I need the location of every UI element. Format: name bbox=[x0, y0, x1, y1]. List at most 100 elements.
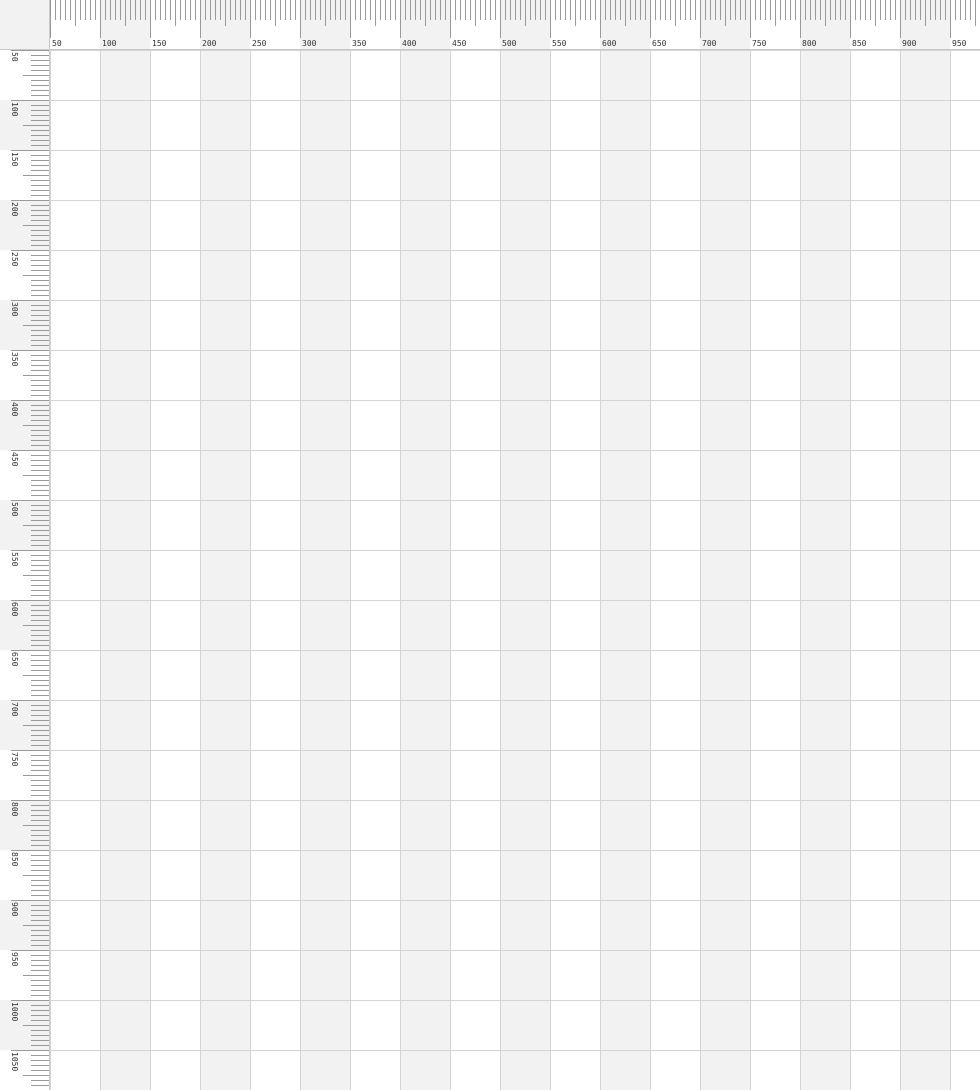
grid-row-line bbox=[50, 750, 980, 751]
ruler-tick bbox=[820, 0, 821, 20]
ruler-tick bbox=[31, 830, 49, 831]
ruler-tick bbox=[31, 295, 49, 296]
ruler-tick bbox=[935, 0, 936, 20]
ruler-tick bbox=[31, 405, 49, 406]
ruler-tick bbox=[435, 0, 436, 20]
ruler-tick bbox=[23, 1075, 49, 1076]
ruler-tick bbox=[380, 0, 381, 20]
ruler-tick bbox=[31, 110, 49, 111]
ruler-tick bbox=[31, 685, 49, 686]
ruler-tick bbox=[355, 0, 356, 20]
ruler-tick bbox=[31, 210, 49, 211]
ruler-tick bbox=[11, 1000, 49, 1001]
ruler-label-x: 200 bbox=[202, 39, 217, 48]
ruler-tick bbox=[595, 0, 596, 20]
ruler-tick bbox=[645, 0, 646, 20]
ruler-tick bbox=[170, 0, 171, 20]
ruler-tick bbox=[31, 670, 49, 671]
ruler-tick bbox=[23, 575, 49, 576]
ruler-tick bbox=[31, 565, 49, 566]
ruler-tick bbox=[65, 0, 66, 20]
ruler-tick bbox=[805, 0, 806, 20]
ruler-tick bbox=[260, 0, 261, 20]
ruler-tick bbox=[31, 635, 49, 636]
grid-canvas[interactable] bbox=[50, 50, 980, 1090]
ruler-tick bbox=[31, 380, 49, 381]
ruler-label-y: 350 bbox=[10, 352, 19, 367]
ruler-tick bbox=[31, 345, 49, 346]
ruler-tick bbox=[11, 850, 49, 851]
ruler-tick bbox=[31, 505, 49, 506]
ruler-tick bbox=[31, 810, 49, 811]
ruler-tick bbox=[195, 0, 196, 20]
ruler-tick bbox=[130, 0, 131, 20]
ruler-tick bbox=[31, 880, 49, 881]
ruler-tick bbox=[905, 0, 906, 20]
ruler-tick bbox=[715, 0, 716, 20]
ruler-tick bbox=[31, 840, 49, 841]
ruler-tick bbox=[31, 555, 49, 556]
ruler-tick bbox=[875, 0, 876, 26]
ruler-label-x: 550 bbox=[552, 39, 567, 48]
ruler-tick bbox=[600, 0, 601, 38]
grid-row-line bbox=[50, 200, 980, 201]
ruler-tick bbox=[525, 0, 526, 26]
ruler-tick bbox=[710, 0, 711, 20]
ruler-tick bbox=[940, 0, 941, 20]
ruler-tick bbox=[285, 0, 286, 20]
ruler-label-y: 950 bbox=[10, 952, 19, 967]
ruler-tick bbox=[11, 500, 49, 501]
horizontal-ruler[interactable]: 50 100 150 200 250 300 350 400 450 500 550 600 650 70… bbox=[50, 0, 980, 50]
ruler-tick bbox=[31, 165, 49, 166]
ruler-tick bbox=[31, 860, 49, 861]
ruler-tick bbox=[590, 0, 591, 20]
ruler-tick bbox=[515, 0, 516, 20]
vertical-ruler[interactable]: 50 100 150 200 250 300 350 400 450 500 550 600 650 70… bbox=[0, 50, 50, 1090]
ruler-tick bbox=[135, 0, 136, 20]
ruler-tick bbox=[31, 60, 49, 61]
ruler-tick bbox=[625, 0, 626, 26]
ruler-tick bbox=[95, 0, 96, 20]
ruler-tick bbox=[535, 0, 536, 20]
grid-column bbox=[700, 50, 750, 1090]
ruler-tick bbox=[430, 0, 431, 20]
ruler-tick bbox=[955, 0, 956, 20]
ruler-label-x: 250 bbox=[252, 39, 267, 48]
ruler-tick bbox=[31, 490, 49, 491]
ruler-tick bbox=[750, 0, 751, 38]
ruler-tick bbox=[460, 0, 461, 20]
ruler-tick bbox=[31, 865, 49, 866]
ruler-tick bbox=[720, 0, 721, 20]
ruler-label-x: 300 bbox=[302, 39, 317, 48]
ruler-tick bbox=[31, 445, 49, 446]
ruler-tick bbox=[31, 420, 49, 421]
ruler-tick bbox=[55, 0, 56, 20]
ruler-tick bbox=[270, 0, 271, 20]
ruler-tick bbox=[31, 790, 49, 791]
ruler-label-x: 650 bbox=[652, 39, 667, 48]
ruler-tick bbox=[31, 540, 49, 541]
ruler-tick bbox=[31, 965, 49, 966]
ruler-label-x: 950 bbox=[952, 39, 967, 48]
ruler-tick bbox=[655, 0, 656, 20]
ruler-tick bbox=[31, 465, 49, 466]
ruler-tick bbox=[795, 0, 796, 20]
grid-column bbox=[100, 50, 150, 1090]
ruler-label-x: 850 bbox=[852, 39, 867, 48]
ruler-tick bbox=[665, 0, 666, 20]
grid-row-line bbox=[50, 1050, 980, 1051]
ruler-tick bbox=[250, 0, 251, 38]
ruler-label-y: 50 bbox=[10, 52, 19, 62]
ruler-tick bbox=[440, 0, 441, 20]
ruler-tick bbox=[330, 0, 331, 20]
ruler-tick bbox=[31, 915, 49, 916]
ruler-tick bbox=[105, 0, 106, 20]
ruler-tick bbox=[400, 0, 401, 38]
ruler-tick bbox=[975, 0, 976, 26]
ruler-tick bbox=[275, 0, 276, 26]
ruler-tick bbox=[31, 390, 49, 391]
ruler-tick bbox=[31, 905, 49, 906]
ruler-tick bbox=[200, 0, 201, 38]
ruler-tick bbox=[140, 0, 141, 20]
ruler-tick bbox=[240, 0, 241, 20]
